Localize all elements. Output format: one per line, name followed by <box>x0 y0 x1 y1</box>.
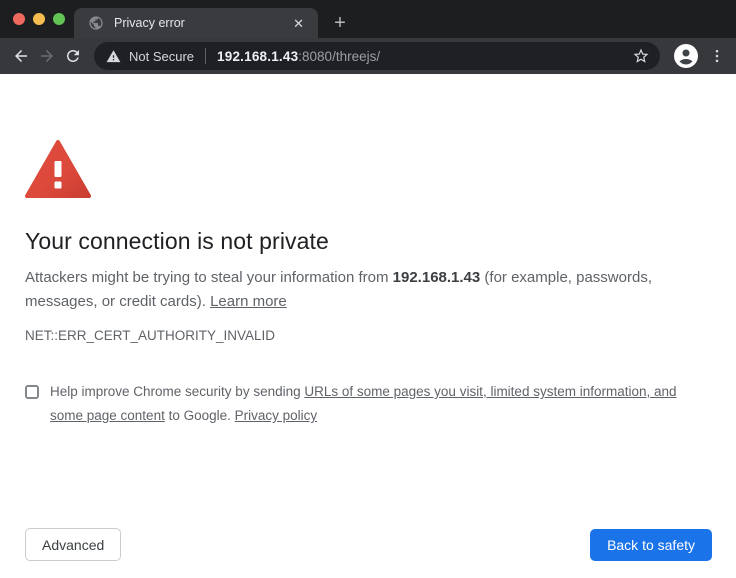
ssl-warning-triangle-icon <box>25 140 91 203</box>
back-arrow-icon <box>12 47 30 65</box>
tab-close-button[interactable]: ✕ <box>291 15 306 32</box>
privacy-policy-link[interactable]: Privacy policy <box>235 408 318 423</box>
macos-close-button[interactable] <box>13 13 25 25</box>
macos-zoom-button[interactable] <box>53 13 65 25</box>
browser-toolbar: Not Secure 192.168.1.43:8080/threejs/ <box>0 38 736 74</box>
globe-favicon-icon <box>88 15 104 31</box>
new-tab-button[interactable]: + <box>327 10 353 36</box>
tab-strip: Privacy error ✕ + <box>0 0 736 38</box>
error-code: NET::ERR_CERT_AUTHORITY_INVALID <box>25 327 275 345</box>
report-label: Help improve Chrome security by sending … <box>50 380 692 428</box>
tab-title: Privacy error <box>114 16 291 30</box>
safety-report-row: Help improve Chrome security by sending … <box>25 380 692 428</box>
advanced-button[interactable]: Advanced <box>25 528 121 561</box>
back-button[interactable] <box>8 42 34 70</box>
reload-icon <box>64 47 82 65</box>
action-buttons-row: Advanced Back to safety <box>25 528 712 561</box>
forward-arrow-icon <box>38 47 56 65</box>
description-text: Attackers might be trying to steal your … <box>25 269 393 286</box>
report-checkbox[interactable] <box>25 385 39 399</box>
bookmark-star-button[interactable] <box>632 47 650 65</box>
error-description: Attackers might be trying to steal your … <box>25 266 709 314</box>
macos-traffic-lights <box>13 13 65 25</box>
learn-more-link[interactable]: Learn more <box>210 293 287 310</box>
ssl-error-page: Your connection is not private Attackers… <box>0 74 736 578</box>
browser-tab-privacy-error[interactable]: Privacy error ✕ <box>74 8 318 38</box>
affected-host: 192.168.1.43 <box>393 269 481 286</box>
forward-button[interactable] <box>34 42 60 70</box>
not-secure-warning-icon <box>106 49 121 64</box>
report-text: Help improve Chrome security by sending <box>50 384 304 399</box>
security-chip-label[interactable]: Not Secure <box>129 49 194 64</box>
omnibox-divider <box>205 48 206 64</box>
url-text: 192.168.1.43:8080/threejs/ <box>217 49 380 64</box>
three-dot-menu-icon <box>708 47 726 65</box>
macos-minimize-button[interactable] <box>33 13 45 25</box>
url-path: :8080/threejs/ <box>298 49 380 64</box>
url-origin: 192.168.1.43 <box>217 49 298 64</box>
report-text-2: to Google. <box>165 408 235 423</box>
profile-avatar-button[interactable] <box>674 44 698 68</box>
reload-button[interactable] <box>60 42 86 70</box>
address-bar[interactable]: Not Secure 192.168.1.43:8080/threejs/ <box>94 42 660 70</box>
page-title: Your connection is not private <box>25 226 329 256</box>
star-outline-icon <box>632 47 650 65</box>
chrome-menu-button[interactable] <box>706 45 728 67</box>
person-icon <box>674 44 698 68</box>
back-to-safety-button[interactable]: Back to safety <box>590 529 712 561</box>
